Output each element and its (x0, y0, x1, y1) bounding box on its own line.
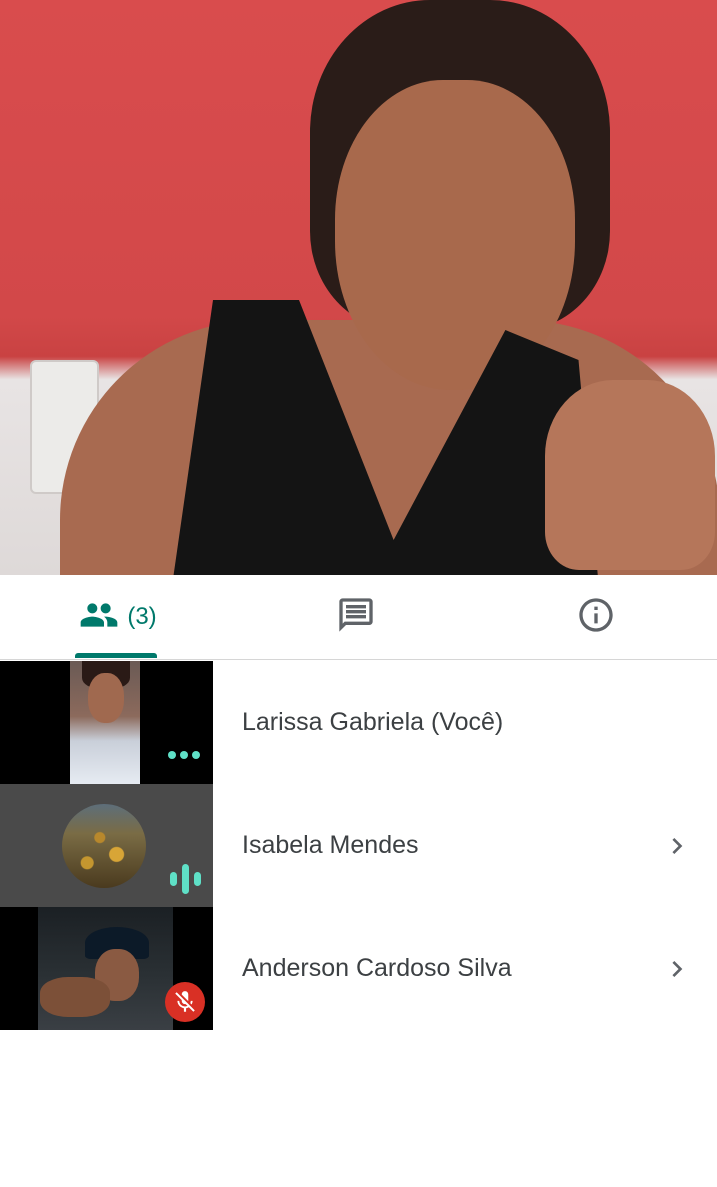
mic-off-icon (165, 982, 205, 1022)
participant-name: Larissa Gabriela (Você) (242, 708, 504, 736)
participant-name: Isabela Mendes (242, 831, 419, 859)
active-tab-indicator (75, 653, 157, 658)
main-video[interactable] (0, 0, 717, 575)
participant-row[interactable]: Larissa Gabriela (Você) (0, 661, 717, 784)
camera-face (88, 673, 124, 723)
participant-row[interactable]: Anderson Cardoso Silva (0, 907, 717, 1030)
participant-video-tile (0, 907, 213, 1030)
tab-info[interactable] (506, 575, 686, 659)
speaker-face (335, 80, 575, 390)
people-icon (79, 595, 119, 640)
tab-chat[interactable] (266, 575, 446, 659)
chevron-right-icon[interactable] (661, 953, 693, 985)
chat-icon (336, 595, 376, 640)
participant-video-tile (0, 661, 213, 784)
participant-name: Anderson Cardoso Silva (242, 954, 512, 982)
speaker-hand (545, 380, 715, 570)
meeting-tabs: (3) (0, 575, 717, 660)
speaking-icon (168, 862, 204, 901)
participant-video-tile (0, 784, 213, 907)
avatar (62, 804, 146, 888)
people-count: (3) (127, 603, 157, 630)
more-dots-icon[interactable] (166, 747, 202, 768)
chevron-right-icon[interactable] (661, 830, 693, 862)
info-icon (576, 595, 616, 640)
tab-people[interactable]: (3) (28, 575, 208, 659)
participant-row[interactable]: Isabela Mendes (0, 784, 717, 907)
camera-hand (40, 977, 110, 1017)
